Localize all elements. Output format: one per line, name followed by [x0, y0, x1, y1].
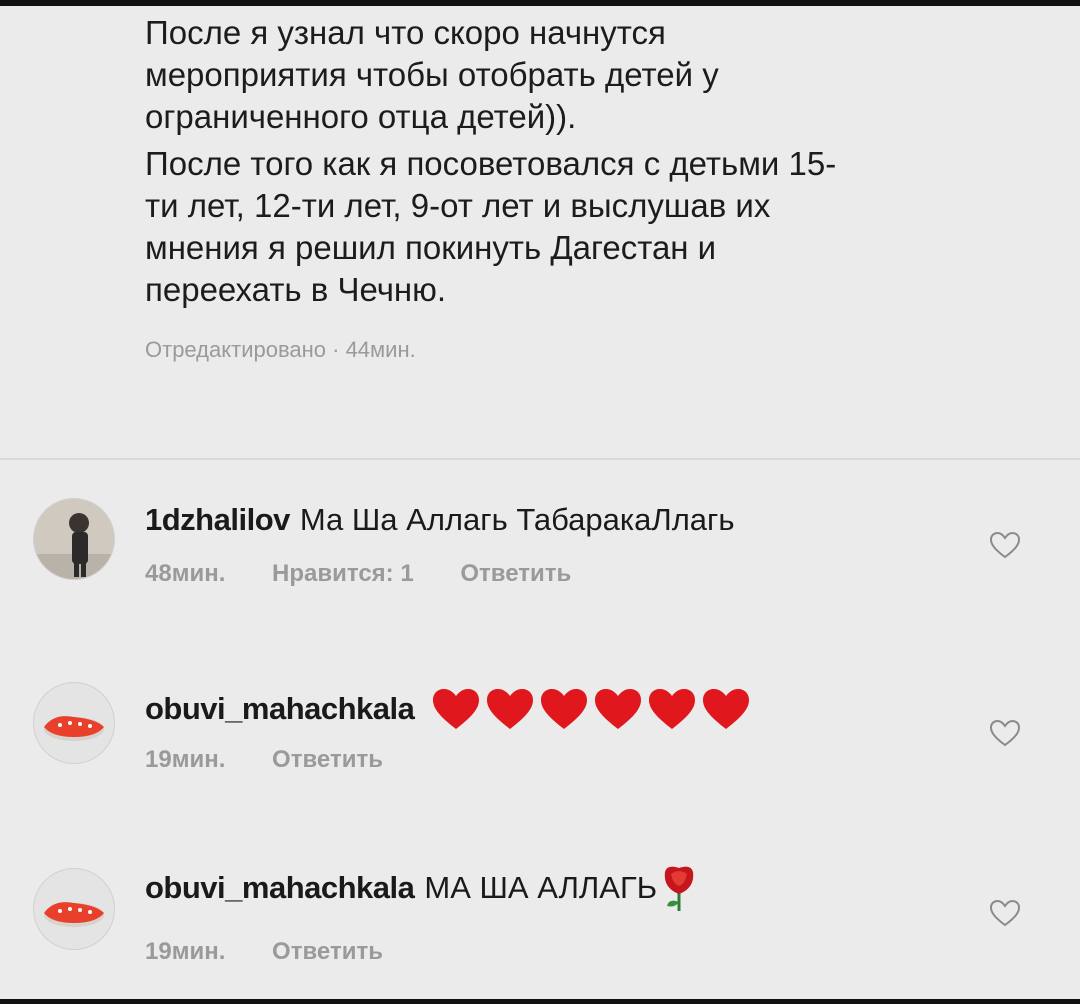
reply-button[interactable]: Ответить — [272, 746, 383, 773]
reply-meta: 19мин. Ответить — [145, 938, 699, 966]
top-edge-bar — [0, 0, 1080, 6]
reply-button[interactable]: Ответить — [272, 938, 383, 965]
reply-text-row: 1dzhalilov Ма Ша Аллагь ТабаракаЛлагь — [145, 502, 735, 538]
reply-text-row: obuvi_mahachkala МА ША АЛЛАГЬ — [145, 864, 699, 912]
red-heart-icon — [649, 689, 696, 729]
comment-line: ти лет, 12-ти лет, 9-от лет и выслушав и… — [145, 187, 771, 224]
reply-body: 1dzhalilov Ма Ша Аллагь ТабаракаЛлагь 48… — [145, 502, 735, 588]
main-comment: После я узнал что скоро начнутся меропри… — [145, 12, 1045, 363]
red-heart-icon — [541, 689, 588, 729]
comment-meta: Отредактировано · 44мин. — [145, 337, 416, 362]
comment-line: После того как я посоветовался с детьми … — [145, 145, 837, 182]
heart-outline-icon — [989, 899, 1021, 927]
comment-paragraph-1: После я узнал что скоро начнутся меропри… — [145, 12, 1045, 138]
heart-outline-icon — [989, 531, 1021, 559]
comment-paragraph-2: После того как я посоветовался с детьми … — [145, 143, 1045, 311]
red-shoes-avatar-icon — [34, 683, 114, 763]
like-button[interactable] — [988, 530, 1022, 560]
reply-item: 1dzhalilov Ма Ша Аллагь ТабаракаЛлагь 48… — [0, 490, 1080, 640]
reply-text-row: obuvi_mahachkala — [145, 686, 754, 732]
comment-line: мероприятия чтобы отобрать детей у — [145, 56, 719, 93]
reply-time: 19мин. — [145, 746, 226, 773]
reply-body: obuvi_mahachkala МА ША АЛЛАГЬ 19мин. Отв… — [145, 864, 699, 966]
reply-meta: 19мин. Ответить — [145, 746, 754, 774]
username-link[interactable]: obuvi_mahachkala — [145, 691, 415, 727]
heart-outline-icon — [989, 719, 1021, 747]
comment-line: переехать в Чечню. — [145, 271, 447, 308]
red-hearts-emoji — [430, 686, 754, 732]
comment-line: мнения я решил покинуть Дагестан и — [145, 229, 717, 266]
comment-line: ограниченного отца детей)). — [145, 98, 577, 135]
red-heart-icon — [433, 689, 480, 729]
username-link[interactable]: 1dzhalilov — [145, 502, 290, 538]
person-photo-avatar-icon — [34, 499, 114, 579]
bottom-edge-bar — [0, 999, 1080, 1004]
reply-meta: 48мин. Нравится: 1 Ответить — [145, 560, 735, 588]
like-button[interactable] — [988, 718, 1022, 748]
reply-item: obuvi_mahachkala 19мин. Ответить — [0, 670, 1080, 820]
avatar[interactable] — [33, 682, 115, 764]
reply-item: obuvi_mahachkala МА ША АЛЛАГЬ 19мин. Отв… — [0, 850, 1080, 1000]
red-shoes-avatar-icon — [34, 869, 114, 949]
red-heart-icon — [703, 689, 750, 729]
avatar[interactable] — [33, 868, 115, 950]
reply-body: obuvi_mahachkala 19мин. Ответить — [145, 686, 754, 774]
divider — [0, 458, 1080, 460]
reply-message: МА ША АЛЛАГЬ — [424, 870, 658, 905]
comment-line: После я узнал что скоро начнутся — [145, 14, 666, 51]
red-heart-icon — [595, 689, 642, 729]
red-heart-icon — [487, 689, 534, 729]
reply-button[interactable]: Ответить — [460, 560, 571, 587]
like-button[interactable] — [988, 898, 1022, 928]
reply-time: 19мин. — [145, 938, 226, 965]
reply-time: 48мин. — [145, 560, 226, 587]
likes-count-link[interactable]: Нравится: 1 — [272, 560, 414, 587]
rose-icon — [664, 866, 694, 911]
reply-message: Ма Ша Аллагь ТабаракаЛлагь — [299, 502, 735, 537]
username-link[interactable]: obuvi_mahachkala — [145, 870, 415, 906]
avatar[interactable] — [33, 498, 115, 580]
